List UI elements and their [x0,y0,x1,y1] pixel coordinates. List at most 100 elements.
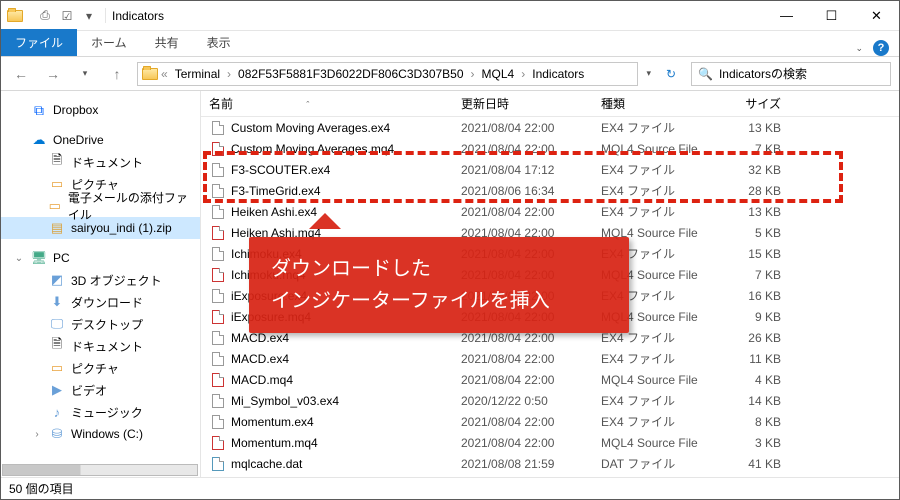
file-row[interactable]: Mi_Symbol_v03.ex42020/12/22 0:50EX4 ファイル… [201,390,899,411]
sort-asc-icon: ˆ [306,100,309,110]
tree-item[interactable]: 🗎ドキュメント [1,151,200,173]
file-row[interactable]: Momentum.mq42021/08/04 22:00MQL4 Source … [201,432,899,453]
nav-history-button[interactable]: ▾ [73,62,97,86]
tree-item[interactable]: ♪ミュージック [1,401,200,423]
tree-item-icon: ▭ [49,176,65,192]
file-row[interactable]: F3-TimeGrid.ex42021/08/06 16:34EX4 ファイル2… [201,180,899,201]
breadcrumb-item[interactable]: MQL4 [478,67,519,81]
file-name: Mi_Symbol_v03.ex4 [231,394,461,408]
qa-dropdown-icon[interactable]: ▾ [79,9,99,23]
file-size: 15 KB [721,247,801,261]
file-date: 2021/08/04 17:12 [461,163,601,177]
file-row[interactable]: MACD.ex42021/08/04 22:00EX4 ファイル11 KB [201,348,899,369]
tree-item[interactable]: 🖵デスクトップ [1,313,200,335]
minimize-button[interactable]: — [764,1,809,30]
file-size: 5 KB [721,226,801,240]
tree-item-icon: 🖵 [49,316,65,332]
tree-item-label: sairyou_indi (1).zip [71,221,172,235]
file-icon [209,330,227,346]
help-icon[interactable]: ? [873,40,889,56]
tree-item[interactable]: ◩3D オブジェクト [1,269,200,291]
tree-item-label: ビデオ [71,382,107,399]
tree-item[interactable]: ⌄🖥PC [1,247,200,269]
tree-item-label: ダウンロード [71,294,143,311]
qa-properties-icon[interactable]: ⎙ [35,8,55,23]
tree-item[interactable]: ▶ビデオ [1,379,200,401]
tree-item-label: PC [53,251,70,265]
breadcrumb-item[interactable]: Terminal [171,67,224,81]
tree-item[interactable]: ›⛁Windows (C:) [1,423,200,445]
breadcrumb[interactable]: « Terminal › 082F53F5881F3D6022DF806C3D3… [137,62,638,86]
file-size: 41 KB [721,457,801,471]
tree-item[interactable]: ☁OneDrive [1,129,200,151]
expand-icon[interactable]: ⌄ [13,253,25,264]
file-row[interactable]: F3-SCOUTER.ex42021/08/04 17:12EX4 ファイル32… [201,159,899,180]
col-date[interactable]: 更新日時 [461,95,601,112]
file-icon [209,351,227,367]
tab-view[interactable]: 表示 [193,29,245,56]
file-icon [209,204,227,220]
tree-item-label: 3D オブジェクト [71,272,162,289]
refresh-button[interactable]: ↻ [659,67,683,81]
file-size: 13 KB [721,205,801,219]
ribbon-expand-icon[interactable]: ⌄ [855,43,863,54]
tree-item-label: Dropbox [53,103,98,117]
tree-item-label: Windows (C:) [71,427,143,441]
col-name[interactable]: 名前 ˆ [209,95,461,112]
tree-item[interactable]: ▤sairyou_indi (1).zip [1,217,200,239]
search-input[interactable]: 🔍 Indicatorsの検索 [691,62,891,86]
chevron-right-icon[interactable]: › [520,67,526,81]
tree-item-label: ミュージック [71,404,143,421]
ribbon-tabs: ファイル ホーム 共有 表示 ⌄ ? [1,31,899,57]
tree-item[interactable]: ⧉Dropbox [1,99,200,121]
tab-file[interactable]: ファイル [1,29,77,56]
tree-item[interactable]: ⬇ダウンロード [1,291,200,313]
breadcrumb-item[interactable]: 082F53F5881F3D6022DF806C3D307B50 [234,67,468,81]
close-button[interactable]: ✕ [854,1,899,30]
file-type: EX4 ファイル [601,161,721,178]
file-row[interactable]: mqlcache.dat2021/08/08 21:59DAT ファイル41 K… [201,453,899,474]
file-name: Heiken Ashi.ex4 [231,205,461,219]
file-row[interactable]: Momentum.ex42021/08/04 22:00EX4 ファイル8 KB [201,411,899,432]
file-date: 2020/12/22 0:50 [461,394,601,408]
tab-home[interactable]: ホーム [77,29,141,56]
tree-item-icon: ▭ [49,360,65,376]
tree-item-label: ピクチャ [71,360,119,377]
qa-check-icon[interactable]: ☑ [57,9,77,23]
tab-share[interactable]: 共有 [141,29,193,56]
address-dropdown-icon[interactable]: ▾ [646,68,651,79]
tree-item-icon: 🗎 [49,338,65,354]
nav-forward-button[interactable]: → [41,62,65,86]
nav-tree[interactable]: ⧉Dropbox☁OneDrive🗎ドキュメント▭ピクチャ▭電子メールの添付ファ… [1,91,201,477]
file-name: F3-TimeGrid.ex4 [231,184,461,198]
breadcrumb-lead-icon[interactable]: « [160,67,169,81]
breadcrumb-item[interactable]: Indicators [528,67,588,81]
nav-back-button[interactable]: ← [9,62,33,86]
col-type[interactable]: 種類 [601,95,721,112]
file-row[interactable]: Heiken Ashi.ex42021/08/04 22:00EX4 ファイル1… [201,201,899,222]
file-size: 11 KB [721,352,801,366]
maximize-button[interactable]: ☐ [809,1,854,30]
expand-icon[interactable]: › [31,429,43,440]
tree-scrollbar[interactable] [2,464,198,476]
file-icon [209,456,227,472]
col-size[interactable]: サイズ [721,95,801,112]
chevron-right-icon[interactable]: › [470,67,476,81]
callout-line2: インジケーターファイルを挿入 [271,285,607,317]
tree-item[interactable]: ▭ ピクチャ [1,357,200,379]
address-bar: ← → ▾ ↑ « Terminal › 082F53F5881F3D6022D… [1,57,899,91]
chevron-right-icon[interactable]: › [226,67,232,81]
file-row[interactable]: Custom Moving Averages.ex42021/08/04 22:… [201,117,899,138]
file-type: EX4 ファイル [601,182,721,199]
file-date: 2021/08/04 22:00 [461,436,601,450]
file-date: 2021/08/04 22:00 [461,373,601,387]
explorer-body: ⧉Dropbox☁OneDrive🗎ドキュメント▭ピクチャ▭電子メールの添付ファ… [1,91,899,477]
file-type: MQL4 Source File [601,436,721,450]
tree-item[interactable]: 🗎ドキュメント [1,335,200,357]
tree-item[interactable]: ▭電子メールの添付ファイル [1,195,200,217]
file-icon [209,162,227,178]
file-row[interactable]: Custom Moving Averages.mq42021/08/04 22:… [201,138,899,159]
nav-up-button[interactable]: ↑ [105,62,129,86]
file-name: Custom Moving Averages.mq4 [231,142,461,156]
file-row[interactable]: MACD.mq42021/08/04 22:00MQL4 Source File… [201,369,899,390]
